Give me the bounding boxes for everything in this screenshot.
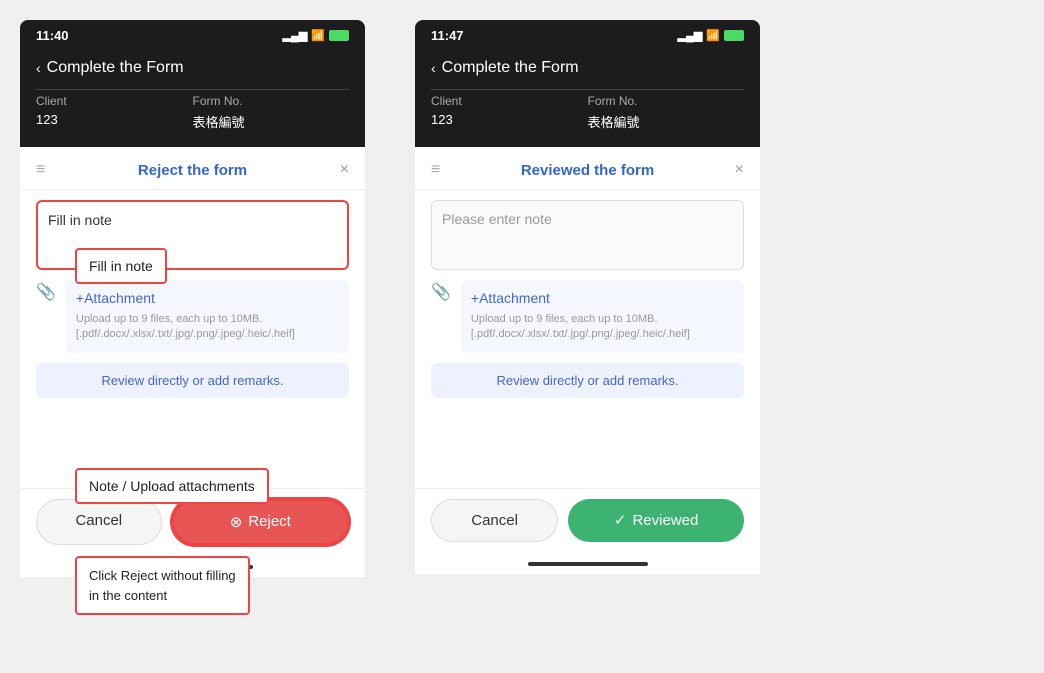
right-note-input-box[interactable]: Please enter note: [431, 200, 744, 270]
left-dialog-title: Reject the form: [138, 162, 247, 179]
annotation-note-upload: Note / Upload attachments: [75, 468, 269, 504]
right-client-label: Client: [431, 90, 588, 110]
left-attachment-section: 📎 +Attachment Upload up to 9 files, each…: [36, 280, 349, 353]
right-client-value: 123: [431, 110, 588, 131]
right-status-bar: 11:47 ▂▄▆ 📶: [431, 28, 744, 43]
left-reject-icon: ⊗: [230, 513, 243, 531]
left-reject-label: Reject: [248, 513, 291, 530]
right-drag-icon: ≡: [431, 161, 440, 179]
annotation-fill-text: Fill in note: [89, 258, 153, 274]
left-form-info: Client 123 Form No. 表格編號: [36, 89, 349, 135]
left-attachment-button[interactable]: +Attachment: [76, 290, 339, 306]
right-dialog-footer: Cancel ✓ Reviewed: [415, 488, 760, 558]
right-nav-bar: ‹ Complete the Form: [431, 51, 744, 81]
right-dialog: ≡ Reviewed the form × Please enter note …: [415, 147, 760, 574]
right-paperclip-icon: 📎: [431, 282, 451, 302]
right-battery-icon: [724, 30, 744, 41]
left-nav-title: Complete the Form: [47, 59, 184, 77]
right-dialog-body: Please enter note 📎 +Attachment Upload u…: [415, 190, 760, 408]
right-note-placeholder: Please enter note: [442, 211, 552, 227]
right-reviewed-label: Reviewed: [632, 512, 698, 529]
left-time: 11:40: [36, 28, 69, 43]
left-dialog-body: Fill in note 📎 +Attachment Upload up to …: [20, 190, 365, 408]
left-note-text: Fill in note: [48, 212, 112, 228]
right-attachment-hint: Upload up to 9 files, each up to 10MB.[.…: [471, 312, 734, 343]
right-close-button[interactable]: ×: [735, 161, 744, 179]
left-close-button[interactable]: ×: [340, 161, 349, 179]
right-attachment-content: +Attachment Upload up to 9 files, each u…: [461, 280, 744, 353]
right-reviewed-button[interactable]: ✓ Reviewed: [568, 499, 744, 542]
right-wifi-icon: 📶: [706, 29, 720, 42]
right-dialog-title: Reviewed the form: [521, 162, 654, 179]
left-review-directly[interactable]: Review directly or add remarks.: [36, 363, 349, 398]
left-dialog-header: ≡ Reject the form ×: [20, 147, 365, 190]
right-form-info: Client 123 Form No. 表格編號: [431, 89, 744, 135]
annotation-reject: Click Reject without fillingin the conte…: [75, 556, 250, 615]
left-paperclip-icon: 📎: [36, 282, 56, 302]
annotation-reject-text: Click Reject without fillingin the conte…: [89, 568, 236, 603]
right-review-directly[interactable]: Review directly or add remarks.: [431, 363, 744, 398]
right-form-no-label: Form No.: [588, 90, 745, 110]
right-time: 11:47: [431, 28, 464, 43]
annotation-fill-note: Fill in note: [75, 248, 167, 284]
left-back-icon[interactable]: ‹: [36, 60, 41, 76]
wifi-icon: 📶: [311, 29, 325, 42]
left-drag-icon: ≡: [36, 161, 45, 179]
left-nav-bar: ‹ Complete the Form: [36, 51, 349, 81]
battery-icon: [329, 30, 349, 41]
right-cancel-button[interactable]: Cancel: [431, 499, 558, 542]
right-reviewed-icon: ✓: [614, 511, 627, 529]
right-nav-title: Complete the Form: [442, 59, 579, 77]
left-form-no-value: 表格編號: [193, 110, 350, 135]
right-phone-screen: 11:47 ▂▄▆ 📶 ‹ Complete the Form Client 1…: [415, 20, 760, 147]
right-dialog-header: ≡ Reviewed the form ×: [415, 147, 760, 190]
right-back-icon[interactable]: ‹: [431, 60, 436, 76]
left-phone-screen: 11:40 ▂▄▆ 📶 ‹ Complete the Form Client 1…: [20, 20, 365, 147]
left-reject-button[interactable]: ⊗ Reject: [172, 499, 349, 545]
left-status-bar: 11:40 ▂▄▆ 📶: [36, 28, 349, 43]
right-attachment-section: 📎 +Attachment Upload up to 9 files, each…: [431, 280, 744, 353]
right-phone-panel: 11:47 ▂▄▆ 📶 ‹ Complete the Form Client 1…: [415, 20, 760, 574]
right-home-indicator: [528, 562, 648, 566]
left-attachment-content: +Attachment Upload up to 9 files, each u…: [66, 280, 349, 353]
right-status-icons: ▂▄▆ 📶: [678, 29, 744, 42]
left-client-label: Client: [36, 90, 193, 110]
right-form-no-value: 表格編號: [588, 110, 745, 135]
right-signal-icon: ▂▄▆: [678, 29, 703, 42]
left-status-icons: ▂▄▆ 📶: [283, 29, 349, 42]
left-attachment-hint: Upload up to 9 files, each up to 10MB.[.…: [76, 312, 339, 343]
left-form-no-label: Form No.: [193, 90, 350, 110]
signal-icon: ▂▄▆: [283, 29, 308, 42]
left-dialog: ≡ Reject the form × Fill in note 📎 +Atta…: [20, 147, 365, 577]
annotation-note-upload-text: Note / Upload attachments: [89, 478, 255, 494]
right-attachment-button[interactable]: +Attachment: [471, 290, 734, 306]
left-client-value: 123: [36, 110, 193, 131]
left-cancel-button[interactable]: Cancel: [36, 499, 162, 545]
